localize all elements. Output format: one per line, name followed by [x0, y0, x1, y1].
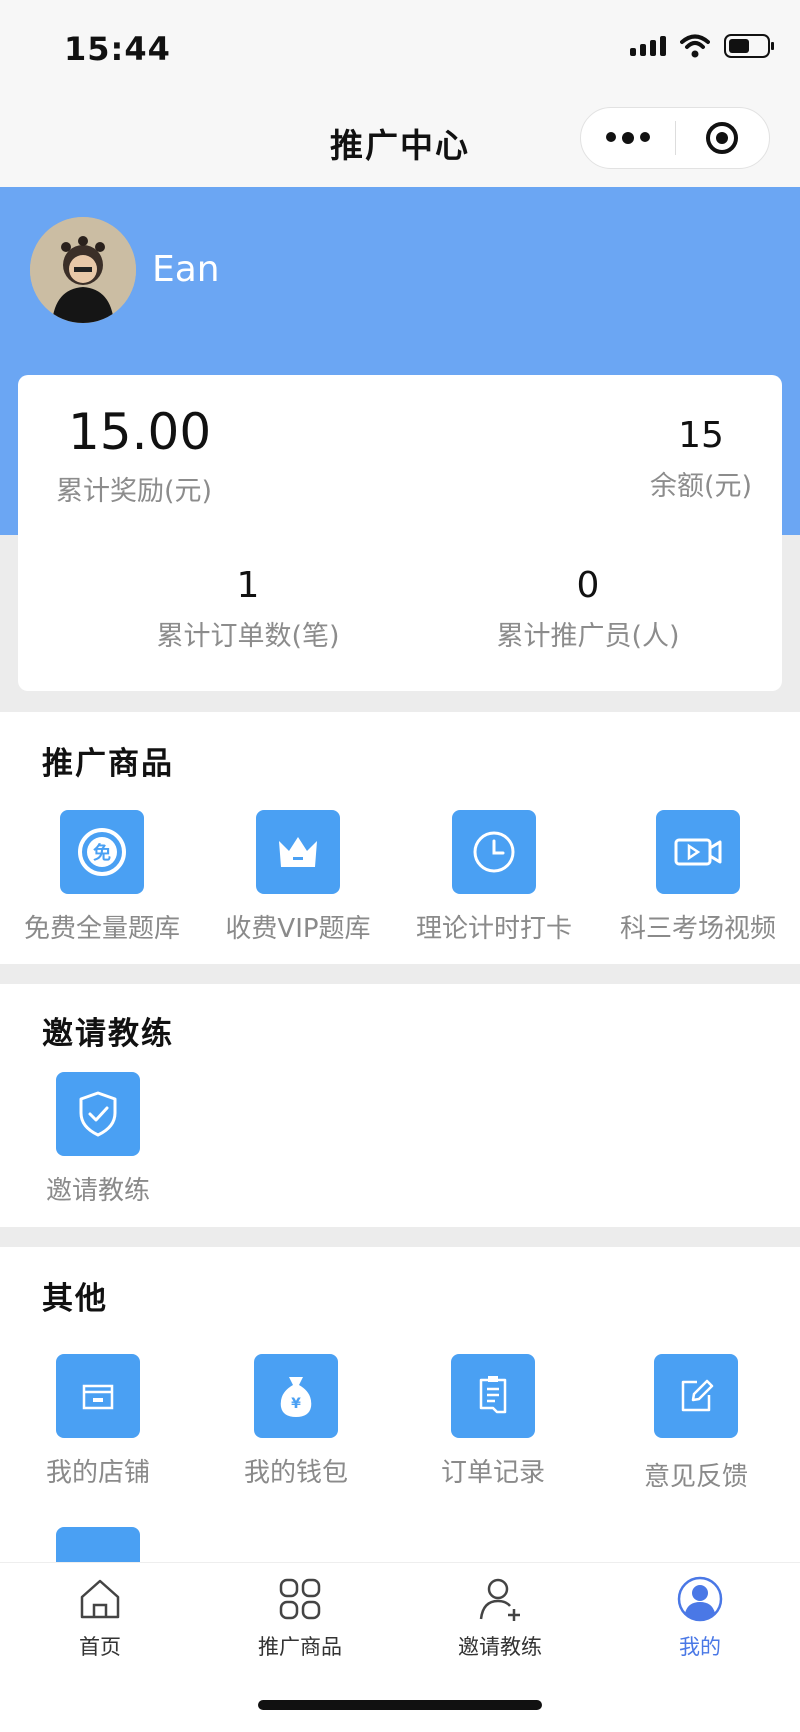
- tab-home[interactable]: 首页: [0, 1575, 200, 1661]
- profile-icon: [677, 1576, 723, 1622]
- tab-label: 我的: [679, 1635, 721, 1659]
- promoters-stat: 0 累计推广员(人): [438, 565, 738, 653]
- product-vip-question-bank[interactable]: 收费VIP题库: [198, 810, 398, 945]
- order-list-icon: [451, 1354, 535, 1438]
- wifi-icon: [680, 34, 710, 58]
- store-icon: [56, 1354, 140, 1438]
- stats-card: 15.00 累计奖励(元) 15 余额(元) 1 累计订单数(笔) 0 累计推广…: [18, 375, 782, 691]
- tab-mine[interactable]: 我的: [600, 1575, 800, 1661]
- status-bar: 15:44: [0, 0, 800, 95]
- total-reward-value: 15.00: [68, 403, 212, 461]
- target-icon: [706, 122, 739, 154]
- username: Ean: [152, 249, 220, 290]
- free-badge-icon: 免: [60, 810, 144, 894]
- svg-text:免: 免: [93, 842, 111, 864]
- orders-stat: 1 累计订单数(笔): [98, 565, 398, 653]
- product-label: 科三考场视频: [619, 914, 776, 944]
- mini-program-capsule: [580, 107, 770, 169]
- grid-icon: [279, 1578, 321, 1620]
- invite-section-title: 邀请教练: [42, 1016, 174, 1052]
- tab-label: 首页: [79, 1635, 121, 1659]
- product-label: 收费VIP题库: [225, 914, 371, 944]
- my-wallet-item[interactable]: ¥ 我的钱包: [196, 1354, 396, 1489]
- nav-bar: 推广中心: [0, 95, 800, 187]
- video-icon: [656, 810, 740, 894]
- balance-value: 15: [678, 415, 724, 456]
- promoters-label: 累计推广员(人): [496, 621, 680, 652]
- products-section-title: 推广商品: [42, 746, 174, 782]
- total-reward-label: 累计奖励(元): [56, 476, 213, 507]
- partial-more-item[interactable]: [0, 1527, 198, 1562]
- tab-label: 邀请教练: [458, 1635, 542, 1659]
- feedback-label: 意见反馈: [643, 1462, 748, 1492]
- my-store-item[interactable]: 我的店铺: [0, 1354, 198, 1489]
- add-user-icon: [479, 1578, 520, 1621]
- status-icons: [630, 34, 774, 58]
- total-reward-stat: 15.00 累计奖励(元): [56, 403, 212, 508]
- other-section: 其他 我的店铺 ¥ 我的钱包 订单记录 意见反馈: [0, 1247, 800, 1562]
- balance-label: 余额(元): [649, 471, 753, 502]
- balance-stat: 15 余额(元): [626, 415, 776, 503]
- battery-icon: [724, 34, 774, 58]
- product-label: 理论计时打卡: [415, 914, 572, 944]
- more-dots-icon: [605, 132, 616, 142]
- home-icon: [80, 1579, 120, 1619]
- tab-label: 推广商品: [258, 1635, 342, 1659]
- order-records-label: 订单记录: [440, 1458, 545, 1488]
- avatar[interactable]: [30, 217, 136, 323]
- order-records-item[interactable]: 订单记录: [393, 1354, 593, 1489]
- promoters-value: 0: [576, 565, 600, 606]
- invite-coach-label: 邀请教练: [45, 1176, 150, 1206]
- money-bag-icon: ¥: [254, 1354, 338, 1438]
- products-section: 推广商品 免 免费全量题库 收费VIP题库 理论计时打卡 科三考场视频: [0, 712, 800, 964]
- clock-icon: [452, 810, 536, 894]
- home-indicator: [258, 1700, 542, 1710]
- signal-icon: [630, 36, 666, 56]
- crown-icon: [256, 810, 340, 894]
- product-free-question-bank[interactable]: 免 免费全量题库: [2, 810, 202, 945]
- tab-invite-coach[interactable]: 邀请教练: [400, 1575, 600, 1661]
- status-time: 15:44: [64, 30, 171, 68]
- product-exam-video[interactable]: 科三考场视频: [598, 810, 798, 945]
- invite-coach-item[interactable]: 邀请教练: [0, 1072, 198, 1207]
- other-section-title: 其他: [42, 1281, 108, 1317]
- svg-text:¥: ¥: [291, 1396, 301, 1412]
- more-button[interactable]: [581, 132, 675, 144]
- orders-value: 1: [236, 565, 260, 606]
- product-theory-timed-checkin[interactable]: 理论计时打卡: [394, 810, 594, 945]
- orders-label: 累计订单数(笔): [156, 621, 340, 652]
- shield-check-icon: [56, 1072, 140, 1156]
- close-mini-program-button[interactable]: [676, 122, 770, 154]
- invite-section: 邀请教练 邀请教练: [0, 984, 800, 1227]
- tab-products[interactable]: 推广商品: [200, 1575, 400, 1661]
- my-store-label: 我的店铺: [45, 1458, 150, 1488]
- product-label: 免费全量题库: [23, 914, 180, 944]
- edit-icon: [654, 1354, 738, 1438]
- my-wallet-label: 我的钱包: [243, 1458, 348, 1488]
- store-icon: [56, 1527, 140, 1562]
- feedback-item[interactable]: 意见反馈: [596, 1354, 796, 1493]
